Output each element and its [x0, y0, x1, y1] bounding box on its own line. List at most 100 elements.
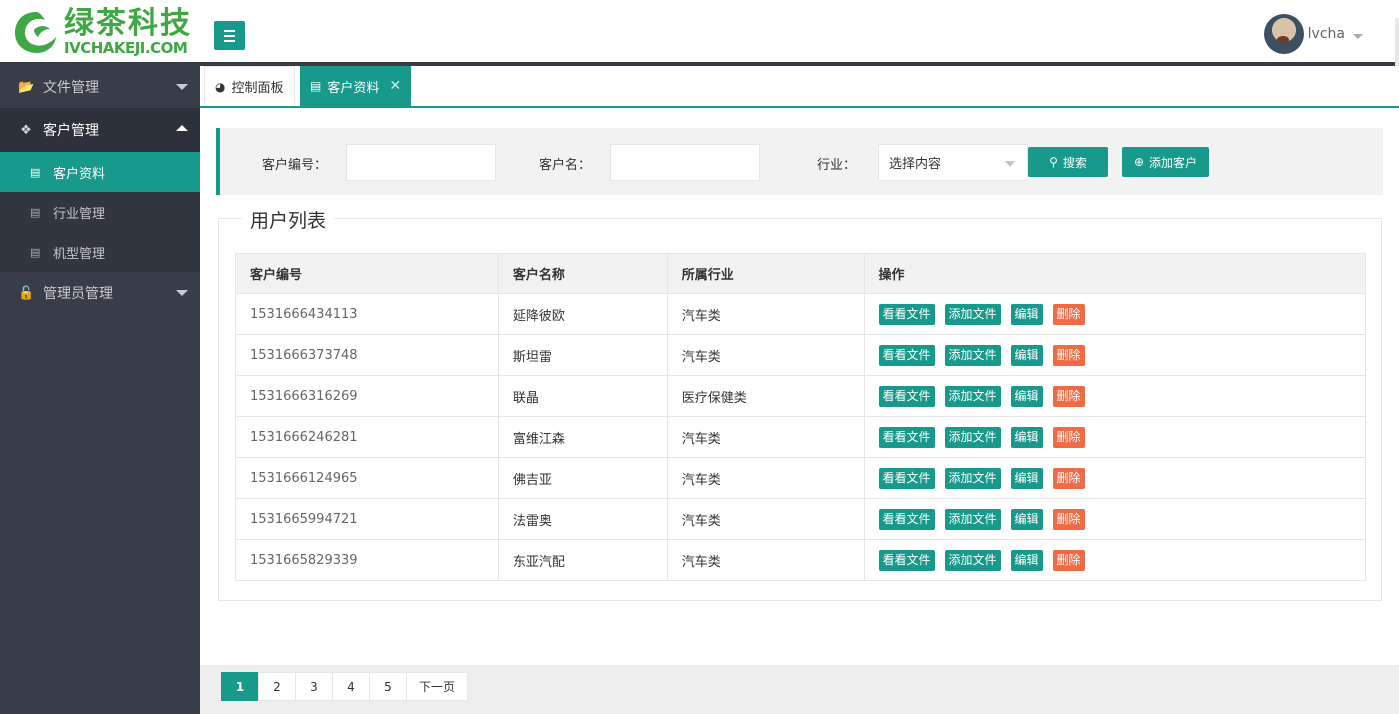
- sidebar-subitem-industry-management[interactable]: ▤ 行业管理: [0, 192, 200, 232]
- cell-customer-name: 法雷奥: [497, 498, 668, 540]
- delete-button[interactable]: 删除: [1052, 426, 1085, 448]
- cell-customer-name: 佛吉亚: [497, 457, 668, 499]
- chevron-down-icon: [176, 290, 188, 296]
- delete-button[interactable]: 删除: [1052, 549, 1085, 571]
- edit-button[interactable]: 编辑: [1010, 508, 1043, 530]
- sidebar-item-customer-management[interactable]: ❖ 客户管理: [0, 108, 200, 152]
- view-files-button[interactable]: 看看文件: [878, 549, 935, 571]
- brand-logo[interactable]: 绿茶科技 IVCHAKEJI.COM: [12, 6, 197, 58]
- sidebar-item-label: 管理员管理: [43, 286, 113, 302]
- page-button[interactable]: 4: [332, 672, 370, 701]
- industry-label: 行业：: [817, 158, 857, 173]
- dashboard-icon: ◕: [215, 79, 226, 94]
- view-files-button[interactable]: 看看文件: [878, 508, 935, 530]
- sidebar-subitem-label: 行业管理: [53, 206, 106, 222]
- sidebar-item-label: 文件管理: [43, 80, 99, 96]
- sidebar-subitem-customer-info[interactable]: ▤ 客户资料: [0, 152, 200, 192]
- cell-customer-id: 1531666316269: [235, 375, 499, 417]
- chevron-down-icon: [1005, 161, 1015, 167]
- view-files-button[interactable]: 看看文件: [878, 467, 935, 489]
- customer-id-label: 客户编号：: [262, 158, 328, 173]
- tab-customer-info[interactable]: ▤ 客户资料 ✕: [300, 66, 412, 106]
- tab-label: 客户资料: [327, 80, 380, 96]
- add-file-button[interactable]: 添加文件: [944, 344, 1001, 366]
- delete-button[interactable]: 删除: [1052, 344, 1085, 366]
- brand-name-cn: 绿茶科技: [64, 6, 192, 41]
- doc-icon: ▤: [30, 245, 41, 259]
- view-files-button[interactable]: 看看文件: [878, 426, 935, 448]
- sidebar-item-label: 客户管理: [43, 123, 99, 139]
- cell-actions: 看看文件 添加文件 编辑 删除: [863, 457, 1366, 499]
- table-row: 1531666246281 富维江森 汽车类 看看文件 添加文件 编辑 删除: [235, 416, 1366, 458]
- edit-button[interactable]: 编辑: [1010, 344, 1043, 366]
- edit-button[interactable]: 编辑: [1010, 467, 1043, 489]
- cell-industry: 汽车类: [666, 334, 865, 376]
- table-row: 1531666124965 佛吉亚 汽车类 看看文件 添加文件 编辑 删除: [235, 457, 1366, 499]
- avatar: [1263, 14, 1304, 54]
- cell-customer-name: 斯坦雷: [497, 334, 668, 376]
- add-file-button[interactable]: 添加文件: [944, 385, 1001, 407]
- add-customer-button[interactable]: ⊕ 添加客户: [1122, 147, 1209, 177]
- cell-industry: 汽车类: [666, 293, 865, 335]
- edit-button[interactable]: 编辑: [1010, 303, 1043, 325]
- sidebar-subitem-label: 客户资料: [53, 166, 106, 182]
- doc-icon: ▤: [30, 165, 41, 179]
- view-files-button[interactable]: 看看文件: [878, 303, 935, 325]
- close-icon[interactable]: ✕: [389, 78, 401, 94]
- search-bar: 客户编号： 客户名： 行业： 选择内容 ⚲ 搜索 ⊕ 添加客户: [216, 128, 1383, 195]
- add-file-button[interactable]: 添加文件: [944, 426, 1001, 448]
- view-files-button[interactable]: 看看文件: [878, 344, 935, 366]
- customer-name-input[interactable]: [610, 144, 760, 181]
- plus-circle-icon: ⊕: [1133, 155, 1145, 169]
- panel-title: 用户列表: [242, 209, 335, 233]
- industry-select[interactable]: 选择内容: [878, 144, 1028, 181]
- add-file-button[interactable]: 添加文件: [944, 303, 1001, 325]
- menu-toggle-button[interactable]: [214, 21, 245, 50]
- edit-button[interactable]: 编辑: [1010, 426, 1043, 448]
- delete-button[interactable]: 删除: [1052, 467, 1085, 489]
- table-row: 1531666434113 延降彼欧 汽车类 看看文件 添加文件 编辑 删除: [235, 293, 1366, 335]
- tab-label: 控制面板: [231, 81, 284, 96]
- add-file-button[interactable]: 添加文件: [944, 508, 1001, 530]
- cell-actions: 看看文件 添加文件 编辑 删除: [863, 416, 1366, 458]
- tab-dashboard[interactable]: ◕ 控制面板: [204, 66, 295, 106]
- cell-industry: 汽车类: [666, 539, 865, 581]
- delete-button[interactable]: 删除: [1052, 303, 1085, 325]
- username: lvcha: [1307, 26, 1345, 42]
- user-menu[interactable]: lvcha: [1263, 14, 1363, 54]
- search-icon: ⚲: [1049, 155, 1058, 169]
- edit-button[interactable]: 编辑: [1010, 549, 1043, 571]
- sidebar-subitem-label: 机型管理: [53, 246, 106, 262]
- cell-industry: 医疗保健类: [666, 375, 865, 417]
- sidebar-item-file-management[interactable]: 📂 文件管理: [0, 66, 200, 108]
- next-page-button[interactable]: 下一页: [406, 672, 469, 701]
- delete-button[interactable]: 删除: [1052, 508, 1085, 530]
- chevron-down-icon: [1353, 33, 1363, 39]
- search-button-label: 搜索: [1062, 155, 1087, 170]
- view-files-button[interactable]: 看看文件: [878, 385, 935, 407]
- page-button[interactable]: 2: [258, 672, 296, 701]
- delete-button[interactable]: 删除: [1052, 385, 1085, 407]
- cell-customer-name: 富维江森: [497, 416, 668, 458]
- tab-bar: ◕ 控制面板 ▤ 客户资料 ✕: [200, 66, 1399, 108]
- page-button[interactable]: 3: [295, 672, 333, 701]
- column-header: 操作: [863, 253, 1366, 294]
- industry-select-value: 选择内容: [889, 157, 942, 172]
- sidebar-subitem-model-management[interactable]: ▤ 机型管理: [0, 232, 200, 272]
- add-file-button[interactable]: 添加文件: [944, 549, 1001, 571]
- sidebar-item-admin-management[interactable]: 🔓 管理员管理: [0, 272, 200, 314]
- cell-actions: 看看文件 添加文件 编辑 删除: [863, 539, 1366, 581]
- cell-customer-id: 1531666124965: [235, 457, 499, 499]
- table-row: 1531666373748 斯坦雷 汽车类 看看文件 添加文件 编辑 删除: [235, 334, 1366, 376]
- add-file-button[interactable]: 添加文件: [944, 467, 1001, 489]
- column-header: 客户编号: [235, 253, 499, 294]
- chevron-down-icon: [176, 84, 188, 90]
- customer-id-input[interactable]: [346, 144, 496, 181]
- cell-industry: 汽车类: [666, 498, 865, 540]
- page-button[interactable]: 1: [221, 672, 259, 701]
- page-button[interactable]: 5: [369, 672, 407, 701]
- pagination: 1 2 3 4 5 下一页: [221, 672, 469, 701]
- search-button[interactable]: ⚲ 搜索: [1028, 147, 1108, 177]
- edit-button[interactable]: 编辑: [1010, 385, 1043, 407]
- pager-area: 1 2 3 4 5 下一页: [200, 665, 1399, 714]
